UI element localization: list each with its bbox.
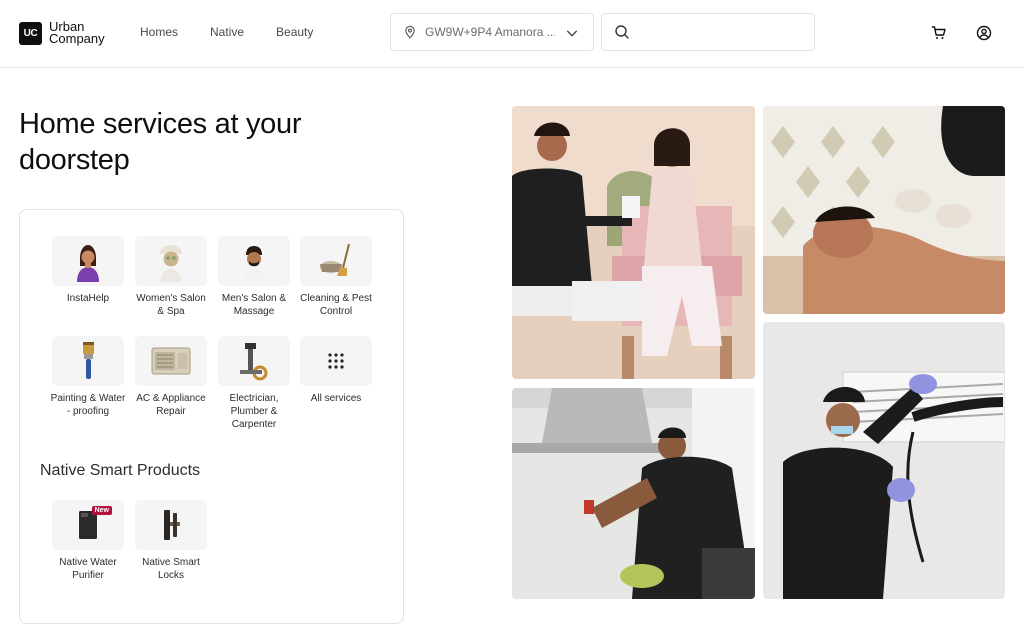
- service-tile: [300, 236, 372, 286]
- native-water-purifier[interactable]: New Native Water Purifier: [50, 500, 126, 582]
- top-header: UC Urban Company Homes Native Beauty GW9…: [0, 0, 1024, 68]
- location-text: GW9W+9P4 Amanora ...: [425, 25, 555, 39]
- service-tile: [300, 336, 372, 386]
- mens-salon-icon: [244, 246, 264, 282]
- service-all-services[interactable]: All services: [298, 336, 374, 405]
- user-account-icon: [976, 25, 992, 41]
- hero-photo-massage: [763, 106, 1005, 314]
- service-tile: [135, 500, 207, 550]
- ac-unit-icon: [151, 347, 191, 375]
- cleaning-icon: [320, 243, 350, 276]
- service-tile: [52, 336, 124, 386]
- service-label: Native Smart Locks: [142, 557, 200, 581]
- native-section-title: Native Smart Products: [40, 462, 201, 479]
- paint-brush-icon: [83, 342, 94, 379]
- service-label: All services: [310, 393, 362, 404]
- service-label: Men's Salon & Massage: [221, 293, 287, 317]
- service-tile: [218, 236, 290, 286]
- search-icon: [615, 25, 629, 39]
- location-pin-icon: [405, 25, 415, 39]
- grid-icon: [328, 353, 344, 369]
- service-instahelp[interactable]: InstaHelp: [50, 236, 126, 305]
- hero-photo-beauty: [512, 106, 755, 379]
- hero-photo-ac-service: [763, 322, 1005, 599]
- service-label: Native Water Purifier: [59, 557, 117, 581]
- service-label: Electrician, Plumber & Carpenter: [229, 393, 279, 430]
- service-label: Painting & Water - proofing: [50, 393, 126, 417]
- account-button[interactable]: [975, 24, 993, 42]
- service-tile: [52, 236, 124, 286]
- service-label: AC & Appliance Repair: [136, 393, 206, 417]
- service-mens-salon[interactable]: Men's Salon & Massage: [216, 236, 292, 318]
- service-tile: [135, 236, 207, 286]
- service-tile: New: [52, 500, 124, 550]
- womens-salon-icon: [160, 245, 182, 282]
- search-input[interactable]: [640, 25, 810, 39]
- logo-text: Urban Company: [49, 20, 105, 46]
- tools-icon: [240, 343, 268, 381]
- cart-icon: [931, 26, 946, 39]
- service-tile: [135, 336, 207, 386]
- logo-mark: UC: [19, 21, 42, 45]
- service-womens-salon[interactable]: Women's Salon & Spa: [133, 236, 209, 318]
- logo-line-2: Company: [49, 31, 105, 46]
- smart-lock-icon: [164, 510, 180, 540]
- beauty-service-photo: [512, 106, 755, 379]
- service-painting[interactable]: Painting & Water - proofing: [50, 336, 126, 418]
- service-ac-repair[interactable]: AC & Appliance Repair: [133, 336, 209, 418]
- chevron-down-icon: [566, 30, 578, 37]
- cart-button[interactable]: [930, 24, 948, 42]
- location-selector[interactable]: GW9W+9P4 Amanora ...: [390, 13, 594, 51]
- nav-native[interactable]: Native: [210, 25, 244, 39]
- service-label: Cleaning & Pest Control: [300, 293, 372, 317]
- instahelp-icon: [77, 245, 99, 282]
- service-label: Women's Salon & Spa: [136, 293, 206, 317]
- ac-service-photo: [763, 322, 1005, 599]
- native-smart-locks[interactable]: Native Smart Locks: [133, 500, 209, 582]
- new-badge: New: [91, 506, 112, 515]
- service-cleaning[interactable]: Cleaning & Pest Control: [298, 236, 374, 318]
- nav-beauty[interactable]: Beauty: [276, 25, 313, 39]
- main-nav: Homes Native Beauty: [140, 25, 345, 39]
- service-electrician[interactable]: Electrician, Plumber & Carpenter: [216, 336, 292, 431]
- service-tile: [218, 336, 290, 386]
- search-box[interactable]: [601, 13, 815, 51]
- electrician-service-photo: [512, 388, 755, 599]
- services-panel: InstaHelp Women's Salon & Spa Men's Salo…: [19, 209, 404, 624]
- nav-homes[interactable]: Homes: [140, 25, 178, 39]
- service-label: InstaHelp: [66, 293, 110, 304]
- hero-title: Home services at your doorstep: [19, 108, 302, 176]
- urban-company-logo[interactable]: UC Urban Company: [19, 20, 105, 46]
- hero-photo-electrician: [512, 388, 755, 599]
- massage-service-photo: [763, 106, 1005, 314]
